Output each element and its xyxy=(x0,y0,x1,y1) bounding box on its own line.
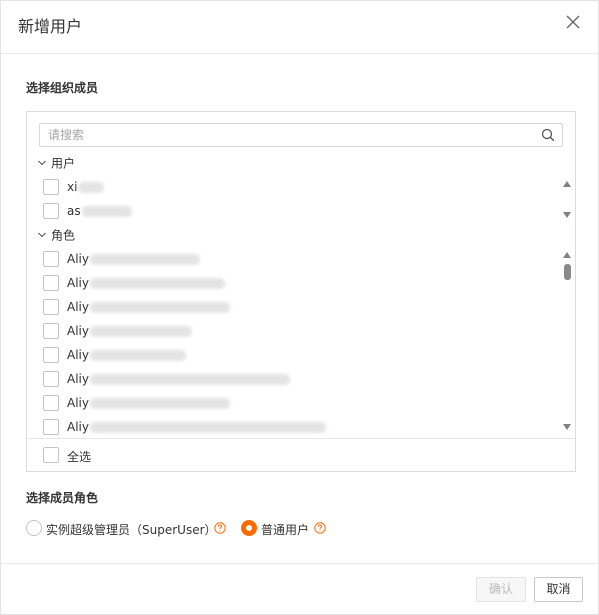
list-item[interactable]: Aliy xyxy=(43,347,543,365)
member-name: Aliy xyxy=(67,276,89,290)
redacted-text xyxy=(89,254,200,265)
list-item[interactable]: Aliy xyxy=(43,323,543,341)
search-icon[interactable] xyxy=(541,128,555,142)
list-item[interactable]: Aliy xyxy=(43,251,543,269)
member-name: Aliy xyxy=(67,420,89,434)
member-search-input[interactable] xyxy=(48,127,528,143)
member-checkbox[interactable] xyxy=(43,299,59,315)
role-section-label: 选择成员角色 xyxy=(26,491,99,505)
select-all-checkbox[interactable] xyxy=(43,447,59,463)
cancel-button[interactable]: 取消 xyxy=(534,577,583,602)
question-circle-icon[interactable] xyxy=(214,522,226,534)
list-item[interactable]: Aliy xyxy=(43,419,543,435)
confirm-button[interactable]: 确认 xyxy=(476,577,526,602)
member-checkbox[interactable] xyxy=(43,275,59,291)
group-roles-header[interactable]: 角色 xyxy=(37,226,75,244)
redacted-text xyxy=(78,182,105,193)
scroll-up-arrow-icon[interactable] xyxy=(562,180,572,188)
member-name: Aliy xyxy=(67,372,89,386)
normal-user-radio[interactable] xyxy=(241,520,257,536)
list-item[interactable]: Aliy xyxy=(43,275,543,293)
member-checkbox[interactable] xyxy=(43,251,59,267)
member-checkbox[interactable] xyxy=(43,323,59,339)
member-checkbox[interactable] xyxy=(43,419,59,435)
select-all-label: 全选 xyxy=(67,450,92,464)
scroll-up-arrow-icon[interactable] xyxy=(562,251,572,259)
redacted-text xyxy=(89,302,230,313)
member-name: xi xyxy=(67,180,78,194)
question-circle-icon[interactable] xyxy=(314,522,326,534)
scroll-down-arrow-icon[interactable] xyxy=(562,211,572,219)
redacted-text xyxy=(89,326,192,337)
member-checkbox[interactable] xyxy=(43,371,59,387)
close-icon[interactable] xyxy=(564,13,582,31)
chevron-down-icon xyxy=(38,232,46,238)
group-users-label: 用户 xyxy=(51,156,76,171)
superuser-radio-label[interactable]: 实例超级管理员（SuperUser） xyxy=(46,521,217,538)
member-picker-panel: 用户 xi as 角色 Aliy Aliy Aliy xyxy=(26,111,576,472)
dialog-title: 新增用户 xyxy=(18,17,83,36)
member-name: as xyxy=(67,204,81,218)
normal-user-radio-label[interactable]: 普通用户 xyxy=(261,521,309,538)
footer-divider xyxy=(1,563,598,564)
select-all[interactable]: 全选 xyxy=(43,447,543,465)
redacted-text xyxy=(89,278,225,289)
superuser-radio[interactable] xyxy=(26,520,42,536)
add-user-dialog: 新增用户 选择组织成员 用户 xi as xyxy=(0,0,599,615)
redacted-text xyxy=(89,422,326,433)
list-item[interactable]: Aliy xyxy=(43,371,543,389)
member-checkbox[interactable] xyxy=(43,347,59,363)
dialog-header: 新增用户 xyxy=(1,1,598,54)
list-item[interactable]: xi xyxy=(43,179,543,197)
member-search-box[interactable] xyxy=(39,123,563,147)
member-name: Aliy xyxy=(67,348,89,362)
redacted-text xyxy=(89,350,186,361)
scroll-down-arrow-icon[interactable] xyxy=(562,423,572,431)
member-name: Aliy xyxy=(67,324,89,338)
member-checkbox[interactable] xyxy=(43,179,59,195)
scrollbar-thumb[interactable] xyxy=(564,264,571,280)
list-item[interactable]: Aliy xyxy=(43,395,543,413)
members-section-label: 选择组织成员 xyxy=(26,81,99,95)
list-item[interactable]: Aliy xyxy=(43,299,543,317)
list-item[interactable]: as xyxy=(43,203,543,221)
redacted-text xyxy=(89,374,290,385)
chevron-down-icon xyxy=(38,160,46,166)
group-roles-label: 角色 xyxy=(51,228,76,243)
member-name: Aliy xyxy=(67,252,89,266)
member-checkbox[interactable] xyxy=(43,203,59,219)
member-checkbox[interactable] xyxy=(43,395,59,411)
redacted-text xyxy=(89,398,230,409)
group-users-header[interactable]: 用户 xyxy=(37,154,75,172)
redacted-text xyxy=(81,206,132,217)
member-name: Aliy xyxy=(67,396,89,410)
member-name: Aliy xyxy=(67,300,89,314)
panel-divider xyxy=(27,438,575,439)
